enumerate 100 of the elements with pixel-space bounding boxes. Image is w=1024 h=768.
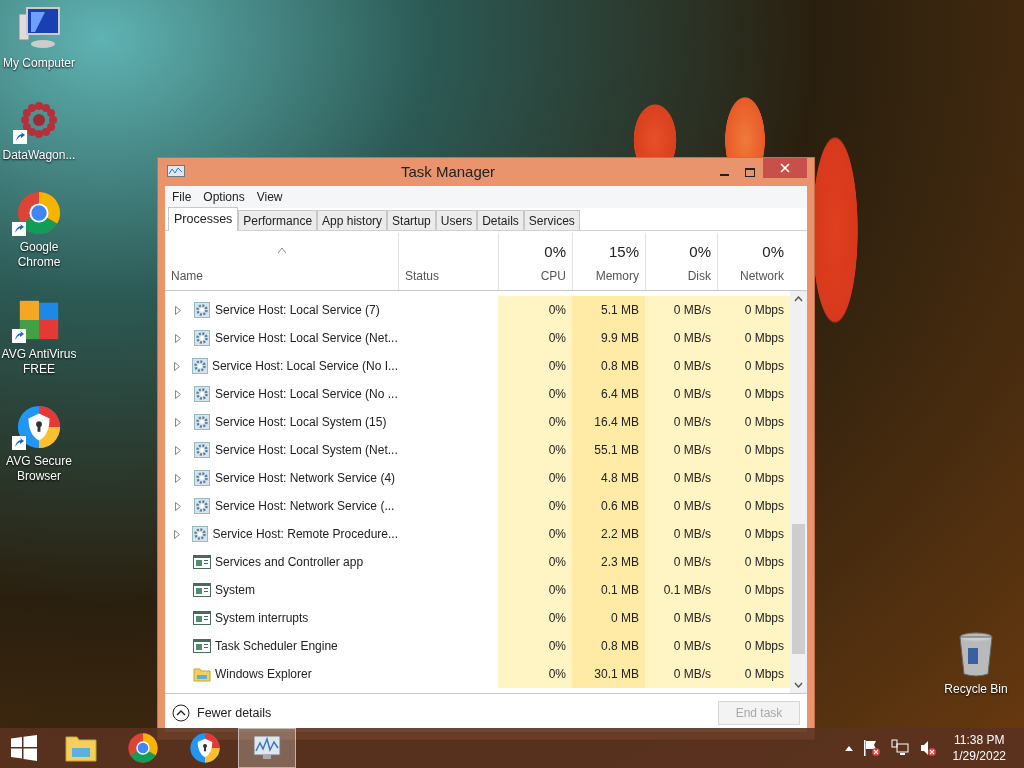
flag-warning-icon[interactable] xyxy=(862,739,881,757)
window-title: Task Manager xyxy=(399,161,497,182)
process-row[interactable]: Windows Explorer 0% 30.1 MB 0 MB/s 0 Mbps xyxy=(165,660,790,688)
cpu-cell: 0% xyxy=(498,380,572,408)
tab[interactable]: Details xyxy=(477,210,524,230)
process-row[interactable]: Services and Controller app 0% 2.3 MB 0 MB/s 0 Mbps xyxy=(165,548,790,576)
disk-cell: 0 MB/s xyxy=(645,436,717,464)
column-header[interactable]: Status xyxy=(398,233,498,290)
scrollbar-thumb[interactable] xyxy=(792,524,805,654)
process-row[interactable]: Service Host: Network Service (... 0% 0.6 MB 0 MB/s 0 Mbps xyxy=(165,492,790,520)
window-app-icon xyxy=(193,555,211,569)
memory-cell: 30.1 MB xyxy=(572,660,645,688)
network-cell: 0 Mbps xyxy=(717,660,790,688)
clock[interactable]: 11:38 PM 1/29/2022 xyxy=(952,732,1006,764)
fewer-details-button[interactable]: Fewer details xyxy=(172,703,272,723)
cpu-cell: 0% xyxy=(498,408,572,436)
network-icon[interactable] xyxy=(890,739,909,757)
window-app-icon xyxy=(193,611,211,625)
desktop-icon-label[interactable]: DataWagon... xyxy=(2,148,76,163)
column-header[interactable]: 0% CPU xyxy=(498,233,572,290)
process-row[interactable]: Service Host: Local Service (No ... 0% 6.4 MB 0 MB/s 0 Mbps xyxy=(165,380,790,408)
process-row[interactable]: Service Host: Local System (Net... 0% 55.1 MB 0 MB/s 0 Mbps xyxy=(165,436,790,464)
tab[interactable]: Services xyxy=(523,210,580,230)
expand-arrow-icon[interactable] xyxy=(175,417,181,427)
column-total: 0% xyxy=(544,241,566,262)
clock-date: 1/29/2022 xyxy=(952,748,1006,764)
cpu-cell: 0% xyxy=(498,324,572,352)
process-row[interactable]: System interrupts 0% 0 MB 0 MB/s 0 Mbps xyxy=(165,604,790,632)
desktop-icon-label[interactable]: AVG Secure Browser xyxy=(0,454,78,484)
expand-arrow-icon[interactable] xyxy=(175,501,181,511)
column-header[interactable]: 15% Memory xyxy=(572,233,645,290)
process-row[interactable]: System 0% 0.1 MB 0.1 MB/s 0 Mbps xyxy=(165,576,790,604)
memory-cell: 16.4 MB xyxy=(572,408,645,436)
tab[interactable]: Startup xyxy=(387,210,436,230)
process-name: Task Scheduler Engine xyxy=(215,638,338,655)
network-cell: 0 Mbps xyxy=(717,464,790,492)
scroll-up-icon[interactable] xyxy=(794,296,803,302)
network-cell: 0 Mbps xyxy=(717,436,790,464)
column-label: Disk xyxy=(687,268,711,285)
tab[interactable]: Users xyxy=(435,210,478,230)
desktop-icon-label[interactable]: Recycle Bin xyxy=(944,682,1008,697)
menu-item[interactable]: File xyxy=(167,186,197,208)
recycle-icon[interactable] xyxy=(958,632,994,678)
process-row[interactable]: Task Scheduler Engine 0% 0.8 MB 0 MB/s 0 Mbps xyxy=(165,632,790,660)
browser-icon xyxy=(189,732,221,764)
menu-item[interactable]: Options xyxy=(198,186,250,208)
tab[interactable]: App history xyxy=(317,210,388,230)
desktop-icon-label[interactable]: AVG AntiVirus FREE xyxy=(0,347,78,377)
column-header[interactable]: 0% Disk xyxy=(645,233,717,290)
process-name: Service Host: Local Service (No I... xyxy=(211,358,398,375)
process-row[interactable]: Service Host: Local System (15) 0% 16.4 MB 0 MB/s 0 Mbps xyxy=(165,408,790,436)
process-row[interactable]: Service Host: Local Service (No I... 0% 0.8 MB 0 MB/s 0 Mbps xyxy=(165,352,790,380)
gear-icon xyxy=(194,386,210,402)
disk-cell: 0 MB/s xyxy=(645,548,717,576)
desktop-icon-label[interactable]: Google Chrome xyxy=(0,240,78,270)
expand-arrow-icon[interactable] xyxy=(175,305,181,315)
column-header[interactable]: Name xyxy=(165,233,398,290)
disk-cell: 0 MB/s xyxy=(645,492,717,520)
network-cell: 0 Mbps xyxy=(717,492,790,520)
column-header[interactable]: 0% Network xyxy=(717,233,790,290)
chrome-icon[interactable] xyxy=(16,190,62,236)
memory-cell: 5.1 MB xyxy=(572,296,645,324)
shortcut-arrow-icon xyxy=(12,329,26,343)
network-cell: 0 Mbps xyxy=(717,548,790,576)
folder-icon xyxy=(64,733,98,763)
column-label: Network xyxy=(740,268,784,285)
cpu-cell: 0% xyxy=(498,520,572,548)
tab[interactable]: Processes xyxy=(168,207,239,231)
process-name: Service Host: Network Service (4) xyxy=(215,470,396,487)
scroll-down-icon[interactable] xyxy=(794,682,803,688)
process-row[interactable]: Service Host: Network Service (4) 0% 4.8 MB 0 MB/s 0 Mbps xyxy=(165,464,790,492)
expand-arrow-icon[interactable] xyxy=(175,333,181,343)
process-name: Service Host: Local Service (7) xyxy=(215,302,380,319)
speaker-muted-icon[interactable] xyxy=(918,739,937,757)
disk-cell: 0 MB/s xyxy=(645,660,717,688)
column-total: 0% xyxy=(762,241,784,262)
disk-cell: 0 MB/s xyxy=(645,520,717,548)
network-cell: 0 Mbps xyxy=(717,380,790,408)
process-row[interactable]: Service Host: Local Service (Net... 0% 9.9 MB 0 MB/s 0 Mbps xyxy=(165,324,790,352)
memory-cell: 6.4 MB xyxy=(572,380,645,408)
column-total: 0% xyxy=(689,241,711,262)
process-row[interactable]: Service Host: Local Service (7) 0% 5.1 MB 0 MB/s 0 Mbps xyxy=(165,296,790,324)
expand-arrow-icon[interactable] xyxy=(174,361,181,371)
close-icon xyxy=(780,163,790,173)
column-label: Name xyxy=(171,268,203,285)
cpu-cell: 0% xyxy=(498,576,572,604)
menu-item[interactable]: View xyxy=(251,186,288,208)
expand-arrow-icon[interactable] xyxy=(174,529,181,539)
network-cell: 0 Mbps xyxy=(717,296,790,324)
scrollbar[interactable] xyxy=(790,291,807,693)
memory-cell: 0.8 MB xyxy=(572,632,645,660)
tab[interactable]: Performance xyxy=(238,210,318,230)
network-cell: 0 Mbps xyxy=(717,520,790,548)
expand-arrow-icon[interactable] xyxy=(175,445,181,455)
cpu-cell: 0% xyxy=(498,632,572,660)
show-hidden-icons-icon[interactable] xyxy=(844,745,853,751)
expand-arrow-icon[interactable] xyxy=(175,473,181,483)
gear-icon xyxy=(194,330,210,346)
expand-arrow-icon[interactable] xyxy=(175,389,181,399)
process-row[interactable]: Service Host: Remote Procedure... 0% 2.2 MB 0 MB/s 0 Mbps xyxy=(165,520,790,548)
